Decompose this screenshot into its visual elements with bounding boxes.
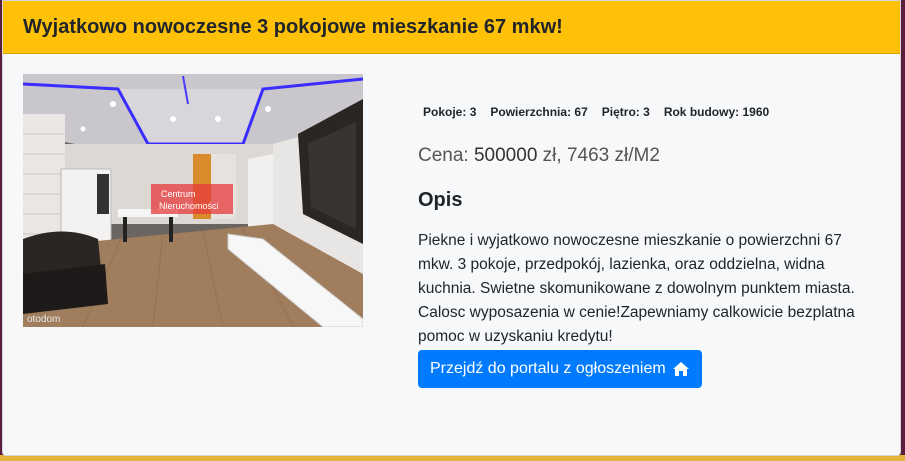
- price-prefix: Cena:: [418, 145, 469, 166]
- listing-price: Cena: 500000 zł, 7463 zł/M2: [418, 145, 858, 167]
- spec-area: Powierzchnia: 67: [490, 105, 588, 119]
- photo-source-mark: otodom: [27, 314, 60, 325]
- listing-photo: Centrum Nieruchomości otodom: [23, 74, 363, 327]
- home-icon: [672, 362, 689, 376]
- spec-year-built: Rok budowy: 1960: [663, 105, 770, 119]
- card-header: Wyjatkowo nowoczesne 3 pokojowe mieszkan…: [3, 1, 900, 54]
- photo-watermark-line1: Centrum: [161, 189, 196, 199]
- listing-info: Pokoje: 3 Powierzchnia: 67 Piętro: 3 Rok…: [418, 101, 858, 388]
- photo-watermark-line2: Nieruchomości: [159, 201, 219, 211]
- description-title: Opis: [418, 189, 463, 211]
- spec-floor: Piętro: 3: [601, 105, 650, 119]
- portal-button-label: Przejdź do portalu z ogłoszeniem: [430, 360, 666, 377]
- price-amount: 500000: [473, 145, 538, 166]
- listing-card: Wyjatkowo nowoczesne 3 pokojowe mieszkan…: [2, 0, 901, 456]
- listing-title: Wyjatkowo nowoczesne 3 pokojowe mieszkan…: [23, 15, 563, 38]
- go-to-portal-button[interactable]: Przejdź do portalu z ogłoszeniem: [418, 350, 702, 388]
- listing-specs: Pokoje: 3 Powierzchnia: 67 Piętro: 3 Rok…: [423, 105, 858, 119]
- price-suffix: zł, 7463 zł/M2: [542, 145, 660, 166]
- spec-rooms: Pokoje: 3: [423, 105, 477, 119]
- description-text: Piekne i wyjatkowo nowoczesne mieszkanie…: [418, 232, 855, 345]
